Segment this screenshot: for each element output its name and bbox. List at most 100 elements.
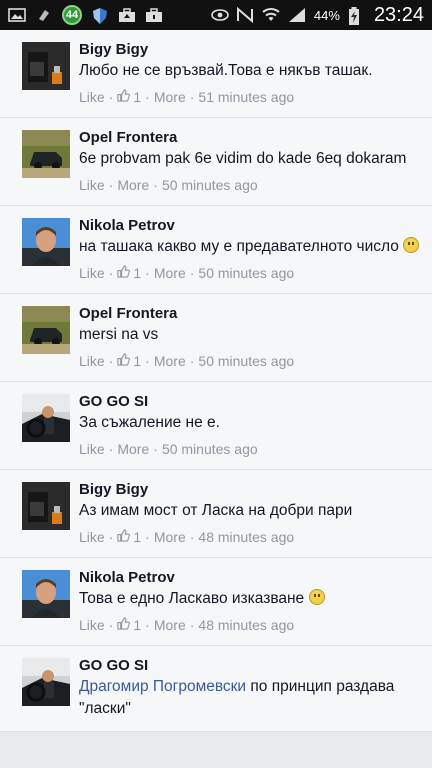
separator-dot: · (108, 177, 114, 193)
comment-text-content: mersi na vs (79, 326, 159, 343)
comment-text-content: За съжаление не е. (79, 414, 220, 431)
comment-text: Драгомир Погромевски по принцип раздава … (79, 676, 422, 720)
separator-dot: · (145, 353, 150, 369)
separator-dot: · (108, 265, 114, 281)
separator-dot: · (145, 89, 150, 105)
more-link[interactable]: More (117, 440, 149, 458)
more-link[interactable]: More (154, 616, 186, 634)
thumbs-up-icon (117, 265, 131, 278)
battery-percent: 44% (313, 7, 340, 23)
separator-dot: · (145, 265, 150, 281)
comment-timestamp[interactable]: 50 minutes ago (162, 440, 258, 458)
comment-item: Nikola Petrov Това е едно Ласкаво изказва… (0, 558, 432, 646)
like-link[interactable]: Like (79, 88, 105, 106)
comment-author-name[interactable]: Nikola Petrov (79, 568, 422, 588)
comment-timestamp[interactable]: 50 minutes ago (198, 264, 294, 282)
user-avatar[interactable] (22, 394, 70, 442)
usb-icon (35, 7, 53, 23)
comment-timestamp[interactable]: 50 minutes ago (198, 352, 294, 370)
like-link[interactable]: Like (79, 176, 105, 194)
comment-body: Nikola Petrov Това е едно Ласкаво изказва… (79, 568, 422, 634)
like-count-value: 1 (133, 617, 142, 633)
comment-author-name[interactable]: Nikola Petrov (79, 216, 422, 236)
like-count[interactable]: 1 (117, 616, 141, 634)
status-bar: 44 44% 23:24 (0, 0, 432, 30)
user-avatar[interactable] (22, 658, 70, 706)
comment-timestamp[interactable]: 48 minutes ago (198, 528, 294, 546)
more-link[interactable]: More (117, 176, 149, 194)
comment-item: GO GO SI Драгомир Погромевски по принцип … (0, 646, 432, 732)
eye-icon (210, 7, 229, 23)
comment-text-content: Това е едно Ласкаво изказване (79, 590, 305, 607)
comment-body: GO GO SI За съжаление не е. Like · More · 50 m… (79, 392, 422, 458)
comment-author-name[interactable]: Opel Frontera (79, 304, 422, 324)
smiley-emoji-icon (308, 589, 325, 605)
user-avatar[interactable] (22, 130, 70, 178)
comment-timestamp[interactable]: 50 minutes ago (162, 176, 258, 194)
more-link[interactable]: More (154, 352, 186, 370)
more-link[interactable]: More (154, 264, 186, 282)
briefcase-upload-icon (118, 7, 136, 23)
comment-text: на ташака какво му е предавателното числ… (79, 236, 422, 258)
comment-author-name[interactable]: Opel Frontera (79, 128, 422, 148)
comment-text: 6е probvam pak 6е vidim do kade 6eq doka… (79, 148, 422, 170)
gallery-icon (8, 7, 26, 23)
comment-text-content: на ташака какво му е предавателното числ… (79, 238, 399, 255)
like-count[interactable]: 1 (117, 88, 141, 106)
more-link[interactable]: More (154, 88, 186, 106)
user-avatar[interactable] (22, 570, 70, 618)
user-avatar[interactable] (22, 482, 70, 530)
thumbs-up-icon (117, 529, 131, 542)
like-link[interactable]: Like (79, 264, 105, 282)
wifi-icon (262, 7, 280, 23)
comment-timestamp[interactable]: 51 minutes ago (198, 88, 294, 106)
separator-dot: · (189, 529, 195, 545)
comment-text: Любо не се връзвай.Това е някъв ташак. (79, 60, 422, 82)
like-count-value: 1 (133, 265, 142, 281)
comment-meta: Like · 1 · More · 51 minutes ago (79, 88, 422, 106)
like-link[interactable]: Like (79, 352, 105, 370)
separator-dot: · (108, 617, 114, 633)
like-link[interactable]: Like (79, 528, 105, 546)
comment-meta: Like · 1 · More · 48 minutes ago (79, 616, 422, 634)
comment-author-name[interactable]: GO GO SI (79, 392, 422, 412)
user-avatar[interactable] (22, 306, 70, 354)
comment-body: Opel Frontera mersi na vs Like · 1 · More · 50 m… (79, 304, 422, 370)
notification-count-badge: 44 (62, 5, 82, 25)
separator-dot: · (189, 89, 195, 105)
comment-body: Bigy Bigy Любо не се връзвай.Това е някъв… (79, 40, 422, 106)
comment-text: За съжаление не е. (79, 412, 422, 434)
comment-meta: Like · More · 50 minutes ago (79, 440, 422, 458)
separator-dot: · (108, 89, 114, 105)
comment-body: Nikola Petrov на ташака какво му е предав… (79, 216, 422, 282)
like-link[interactable]: Like (79, 616, 105, 634)
like-link[interactable]: Like (79, 440, 105, 458)
separator-dot: · (189, 265, 195, 281)
separator-dot: · (108, 529, 114, 545)
comment-item: Opel Frontera mersi na vs Like · 1 · More · 50 m… (0, 294, 432, 382)
comment-meta: Like · 1 · More · 48 minutes ago (79, 528, 422, 546)
comment-text-content: Аз имам мост от Ласка на добри пари (79, 502, 353, 519)
comment-author-name[interactable]: Bigy Bigy (79, 40, 422, 60)
like-count[interactable]: 1 (117, 528, 141, 546)
user-avatar[interactable] (22, 42, 70, 90)
like-count-value: 1 (133, 89, 142, 105)
like-count[interactable]: 1 (117, 264, 141, 282)
comment-timestamp[interactable]: 48 minutes ago (198, 616, 294, 634)
separator-dot: · (189, 617, 195, 633)
like-count[interactable]: 1 (117, 352, 141, 370)
thumbs-up-icon (117, 89, 131, 102)
mentioned-user-link[interactable]: Драгомир Погромевски (79, 678, 246, 695)
security-shield-icon (91, 7, 109, 24)
comment-author-name[interactable]: GO GO SI (79, 656, 422, 676)
separator-dot: · (145, 529, 150, 545)
user-avatar[interactable] (22, 218, 70, 266)
comment-item: GO GO SI За съжаление не е. Like · More · 50 m… (0, 382, 432, 470)
more-link[interactable]: More (154, 528, 186, 546)
comment-meta: Like · 1 · More · 50 minutes ago (79, 264, 422, 282)
comment-text-content: Любо не се връзвай.Това е някъв ташак. (79, 62, 373, 79)
comment-text-content: 6е probvam pak 6е vidim do kade 6eq doka… (79, 150, 407, 167)
comment-text: mersi na vs (79, 324, 422, 346)
comment-author-name[interactable]: Bigy Bigy (79, 480, 422, 500)
separator-dot: · (108, 441, 114, 457)
